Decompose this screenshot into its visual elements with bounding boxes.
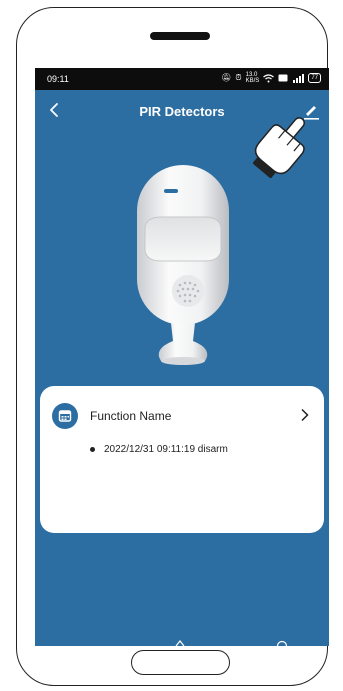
- battery-icon: 77: [308, 73, 321, 83]
- mute-icon: 🔕︎: [221, 73, 232, 82]
- network-speed: 13.0 KB/S: [245, 72, 260, 84]
- hd-icon: [278, 74, 288, 82]
- status-bar: 09:11 🔕︎ ⏰︎ 13.0 KB/S 77: [35, 68, 329, 90]
- home-button[interactable]: [131, 650, 230, 675]
- alarm-icon: ⏰︎: [235, 73, 242, 82]
- bottom-nav-hints: [175, 640, 288, 646]
- status-time: 09:11: [47, 74, 69, 84]
- phone-speaker: [150, 32, 210, 40]
- app-screen: 09:11 🔕︎ ⏰︎ 13.0 KB/S 77 PIR Detectors F…: [35, 68, 329, 646]
- function-icon-badge: [52, 403, 78, 429]
- function-name-label: Function Name: [90, 409, 172, 423]
- chevron-right-icon[interactable]: [300, 408, 310, 422]
- signal-icon: [293, 73, 305, 83]
- status-icons: 🔕︎ ⏰︎ 13.0 KB/S 77: [221, 72, 321, 84]
- log-entry-text: 2022/12/31 09:11:19 disarm: [104, 444, 228, 455]
- log-entry: 2022/12/31 09:11:19 disarm: [90, 444, 228, 455]
- hand-pointer-icon: [253, 117, 305, 178]
- bullet-icon: [90, 447, 95, 452]
- function-card[interactable]: Function Name 2022/12/31 09:11:19 disarm: [40, 386, 324, 533]
- wifi-icon: [263, 73, 275, 82]
- pir-detector-image: [137, 165, 229, 365]
- calendar-icon: [58, 410, 72, 422]
